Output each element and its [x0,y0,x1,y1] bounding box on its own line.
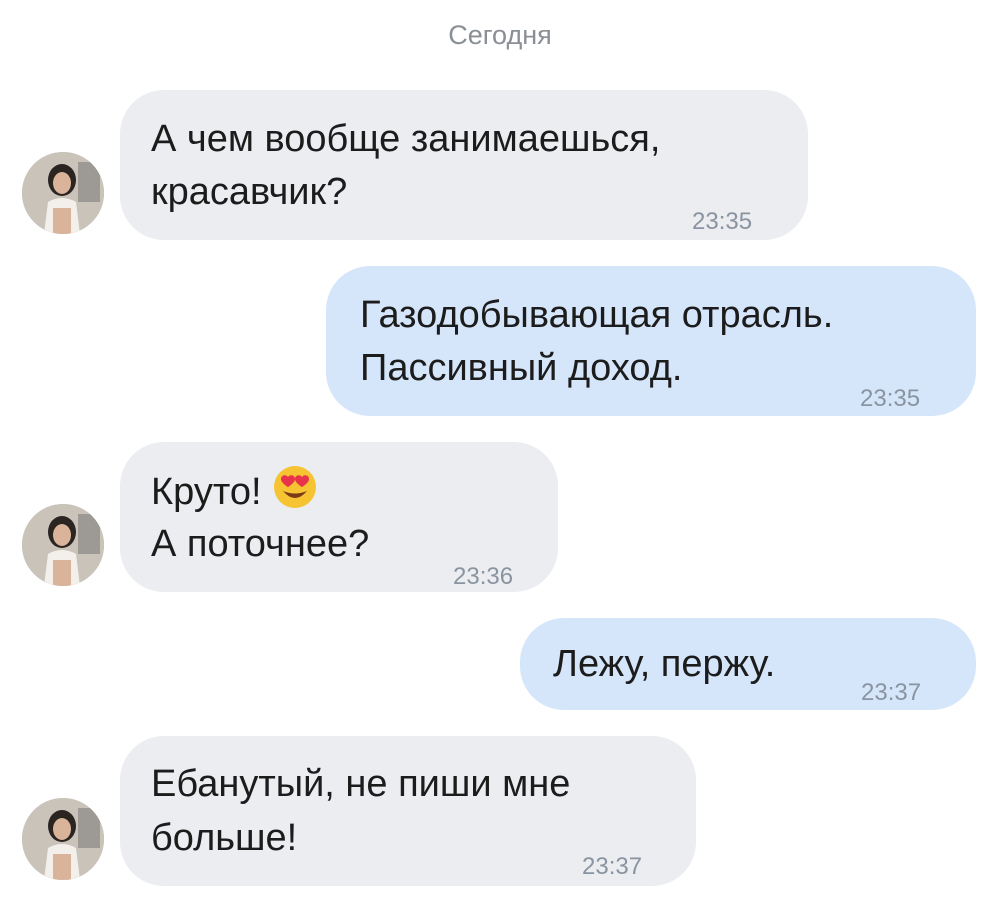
message-text-line: А поточнее? [151,523,370,565]
heart-eyes-emoji-icon [272,464,318,525]
avatar-photo [22,798,104,880]
message-bubble-incoming[interactable]: Круто! А поточнее? 23:36 [120,442,558,592]
message-text-line: А чем вообще занимаешься, [151,118,661,160]
message-timestamp: 23:35 [860,385,921,412]
message-bubble-incoming[interactable]: А чем вообще занимаешься, красавчик? 23:… [120,90,808,240]
date-separator: Сегодня [448,20,552,50]
message-text-line: Ебанутый, не пиши мне [151,763,571,805]
message-text-line: Пассивный доход. [360,347,683,389]
avatar-photo [22,152,104,234]
message-timestamp: 23:36 [453,563,514,590]
message-text-line: Лежу, пержу. [553,643,776,685]
message-timestamp: 23:37 [582,853,643,880]
message-bubble-outgoing[interactable]: Лежу, пержу. 23:37 [520,618,976,710]
message-bubble-incoming[interactable]: Ебанутый, не пиши мне больше! 23:37 [120,736,696,886]
message-timestamp: 23:37 [861,679,922,706]
message-bubble-outgoing[interactable]: Газодобывающая отрасль. Пассивный доход.… [326,266,976,416]
contact-avatar[interactable] [22,798,104,880]
message-text-line: Круто! [151,464,318,525]
avatar-photo [22,504,104,586]
contact-avatar[interactable] [22,152,104,234]
message-timestamp: 23:35 [692,208,753,235]
message-text-line: Газодобывающая отрасль. [360,294,834,336]
message-text-line: больше! [151,817,298,859]
contact-avatar[interactable] [22,504,104,586]
message-text-line: красавчик? [151,171,348,213]
